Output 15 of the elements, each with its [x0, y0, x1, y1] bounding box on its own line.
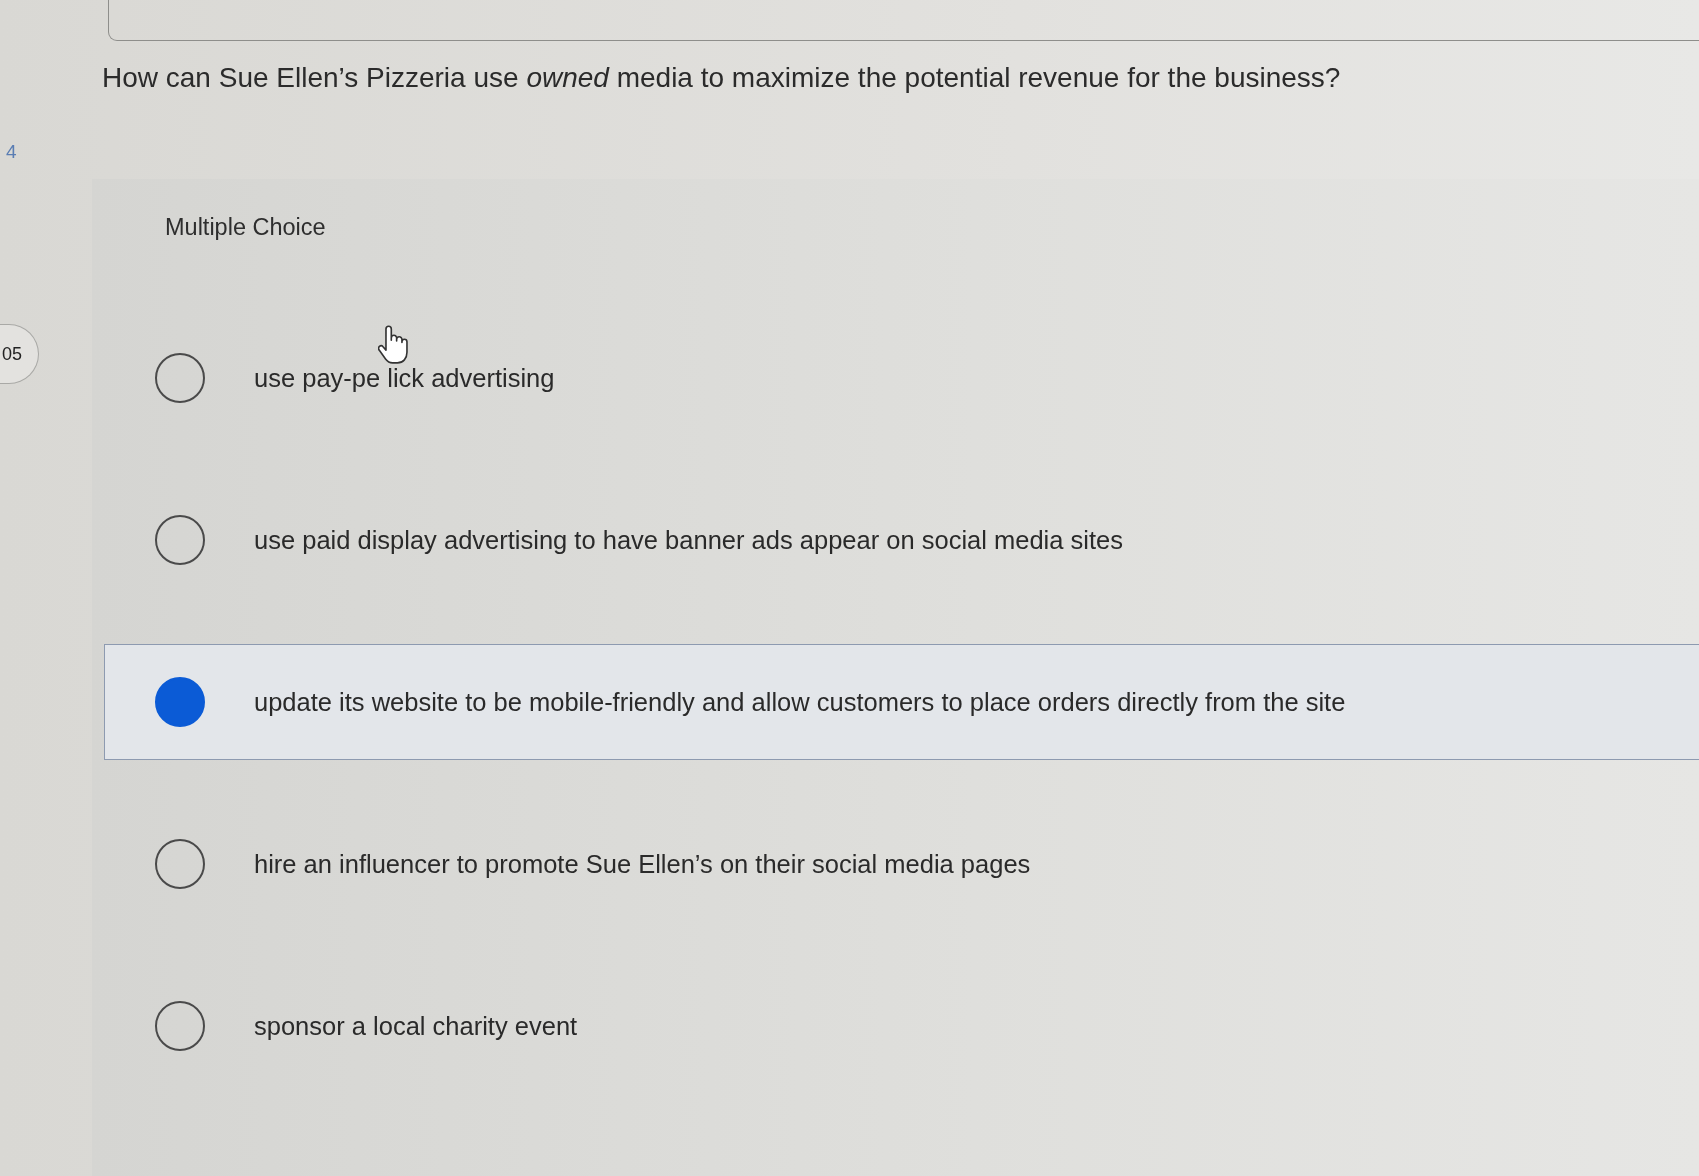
- radio-button[interactable]: [155, 515, 205, 565]
- radio-button[interactable]: [155, 677, 205, 727]
- answer-text[interactable]: update its website to be mobile-friendly and allow customers to place orders directly from the site: [254, 687, 1346, 717]
- radio-button[interactable]: [155, 839, 205, 889]
- answer-text[interactable]: sponsor a local charity event: [254, 1011, 578, 1041]
- side-number: 4: [5, 140, 17, 164]
- side-number-pill[interactable]: 05: [0, 324, 40, 384]
- answer-text[interactable]: hire an influencer to promote Sue Ellen’s on their social media pages: [254, 849, 1031, 879]
- answer-text[interactable]: use pay-pe lick advertising: [254, 363, 555, 393]
- answer-text[interactable]: use paid display advertising to have banner ads appear on social media sites: [254, 525, 1123, 555]
- radio-button[interactable]: [155, 1001, 205, 1051]
- selected-answer-box[interactable]: update its website to be mobile-friendly and allow customers to place orders directly from the site: [104, 644, 1699, 760]
- question-type-label: Multiple Choice: [165, 213, 326, 241]
- radio-button[interactable]: [155, 353, 205, 403]
- question-text: How can Sue Ellen’s Pizzeria use owned media to maximize the potential revenue for the business?: [102, 61, 1341, 95]
